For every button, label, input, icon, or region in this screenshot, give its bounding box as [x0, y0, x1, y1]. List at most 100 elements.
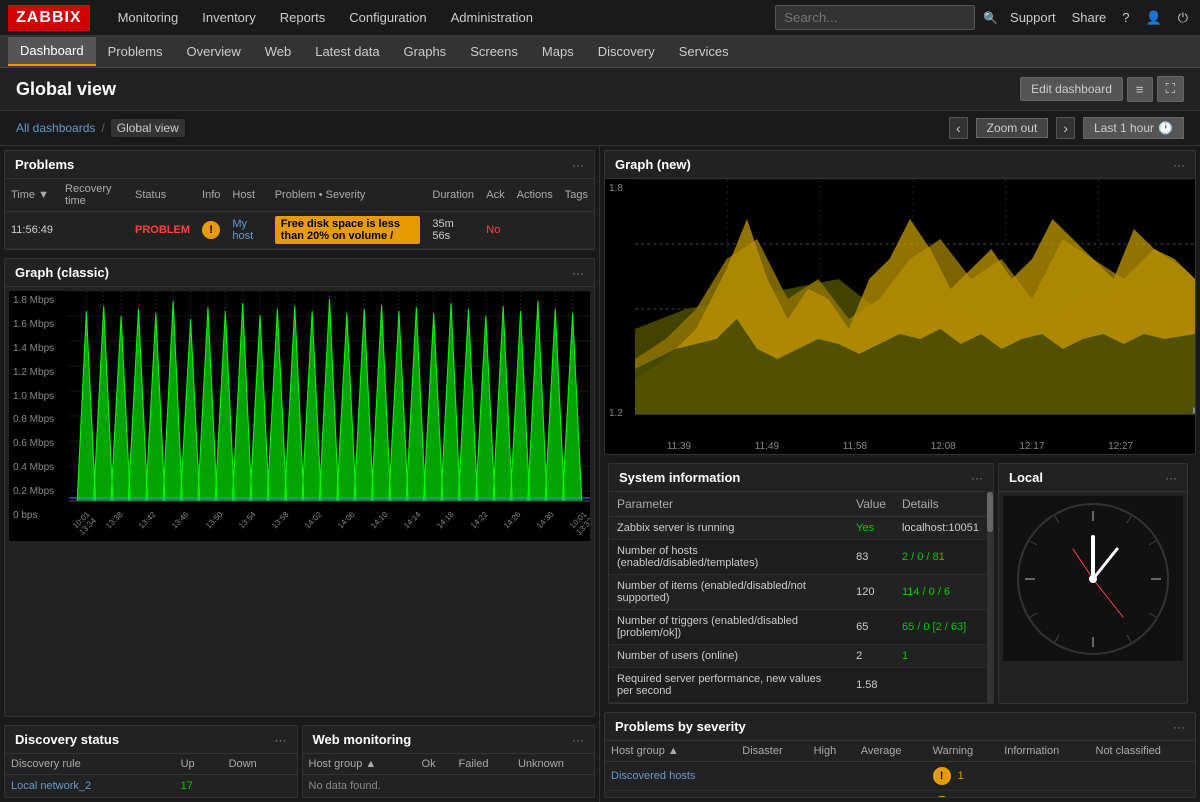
col-parameter: Parameter [609, 492, 848, 517]
sysinfo-details-6 [894, 668, 987, 703]
problems-panel-title: Problems [15, 157, 74, 172]
local-panel-header: Local ··· [999, 464, 1187, 492]
col-warning: Warning [927, 741, 999, 762]
dashboard-fullscreen-icon[interactable]: ⛶ [1157, 76, 1184, 102]
discovery-status-header: Discovery status ··· [5, 726, 297, 754]
sysinfo-scrollbar-thumb[interactable] [987, 492, 993, 532]
problem-actions [511, 212, 559, 249]
col-tags: Tags [559, 179, 594, 212]
graph-classic-area: 1.8 Mbps 1.6 Mbps 1.4 Mbps 1.2 Mbps 1.0 … [9, 291, 590, 541]
problems-panel-menu[interactable]: ··· [572, 158, 584, 172]
severity-warning-1: ! 1 [927, 762, 999, 791]
graph-new-header: Graph (new) ··· [605, 151, 1195, 179]
graph-classic-header: Graph (classic) ··· [5, 259, 594, 287]
graph-new-area: 1.8 1.2 [605, 179, 1195, 454]
discovery-status-menu[interactable]: ··· [275, 733, 287, 747]
web-monitoring-title: Web monitoring [313, 732, 412, 747]
problems-severity-panel: Problems by severity ··· Host group ▲ Di… [604, 712, 1196, 798]
breadcrumb-separator: / [101, 121, 104, 135]
sub-nav-maps[interactable]: Maps [530, 38, 586, 65]
sub-nav-screens[interactable]: Screens [458, 38, 530, 65]
sub-nav-services[interactable]: Services [667, 38, 741, 65]
problems-table: Time ▼ Recovery time Status Info Host Pr… [5, 179, 594, 249]
sub-nav-latest-data[interactable]: Latest data [303, 38, 391, 65]
problem-info: ! [196, 212, 226, 249]
graph-new-menu[interactable]: ··· [1173, 158, 1185, 172]
clock-icon: 🕐 [1158, 121, 1173, 135]
share-link[interactable]: Share [1068, 6, 1111, 29]
col-discovery-up: Up [175, 754, 223, 775]
col-duration: Duration [426, 179, 480, 212]
sysinfo-scrollbar[interactable] [987, 492, 993, 703]
page-header: Global view Edit dashboard ≡ ⛶ [0, 68, 1200, 111]
sysinfo-details-3: 114 / 0 / 6 [894, 575, 987, 610]
col-hostgroup-web[interactable]: Host group ▲ [303, 754, 416, 775]
right-column: Graph (new) ··· 1.8 1.2 [600, 146, 1200, 802]
web-monitoring-menu[interactable]: ··· [572, 733, 584, 747]
logo-brand[interactable]: ZABBIX [8, 5, 90, 31]
zoom-prev-button[interactable]: ‹ [949, 117, 968, 139]
col-disaster: Disaster [736, 741, 807, 762]
user-icon[interactable]: 👤 [1142, 6, 1166, 30]
zoom-out-button[interactable]: Zoom out [976, 118, 1049, 138]
search-icon[interactable]: 🔍 [983, 11, 998, 25]
severity-hostgroup-1[interactable]: Discovered hosts [605, 762, 736, 791]
nav-reports[interactable]: Reports [268, 2, 338, 33]
discovery-rule-name[interactable]: Local network_2 [5, 775, 175, 798]
help-icon[interactable]: ? [1118, 6, 1133, 29]
problem-host[interactable]: My host [226, 212, 268, 249]
col-ack: Ack [480, 179, 510, 212]
col-discovery-down: Down [223, 754, 297, 775]
col-information: Information [998, 741, 1089, 762]
col-hostgroup-sev[interactable]: Host group ▲ [605, 741, 736, 762]
breadcrumb-right: ‹ Zoom out › Last 1 hour 🕐 [949, 117, 1184, 139]
sysinfo-param-1: Zabbix server is running [609, 517, 848, 540]
severity-average-1 [855, 762, 927, 791]
severity-not-classified-1 [1090, 762, 1196, 791]
severity-information-1 [998, 762, 1089, 791]
severity-table: Host group ▲ Disaster High Average Warni… [605, 741, 1195, 798]
last-hour-button[interactable]: Last 1 hour 🕐 [1083, 117, 1184, 139]
system-info-header: System information ··· [609, 464, 993, 492]
col-status: Status [129, 179, 196, 212]
nav-administration[interactable]: Administration [439, 2, 545, 33]
graph-new-svg [635, 179, 1195, 439]
problem-ack[interactable]: No [480, 212, 510, 249]
col-details: Details [894, 492, 987, 517]
breadcrumb-current-page: Global view [111, 119, 185, 137]
problems-severity-menu[interactable]: ··· [1173, 720, 1185, 734]
severity-disaster-1 [736, 762, 807, 791]
severity-warning-count-1: 1 [958, 770, 964, 782]
local-panel-menu[interactable]: ··· [1165, 471, 1177, 485]
col-time[interactable]: Time ▼ [5, 179, 59, 212]
breadcrumb-all-dashboards[interactable]: All dashboards [16, 121, 95, 135]
severity-warn-icon-1: ! [933, 767, 951, 785]
table-row: Discovered hosts ! 1 [605, 762, 1195, 791]
logout-icon[interactable]: ⏻ [1174, 6, 1192, 30]
dashboard-list-icon[interactable]: ≡ [1127, 77, 1153, 102]
support-link[interactable]: Support [1006, 6, 1060, 29]
sysinfo-param-6: Required server performance, new values … [609, 668, 848, 703]
table-row: Required server performance, new values … [609, 668, 987, 703]
graph-classic-menu[interactable]: ··· [572, 266, 584, 280]
nav-monitoring[interactable]: Monitoring [106, 2, 191, 33]
sysinfo-value-2: 83 [848, 540, 894, 575]
sub-nav-graphs[interactable]: Graphs [392, 38, 459, 65]
sub-nav-overview[interactable]: Overview [175, 38, 253, 65]
nav-configuration[interactable]: Configuration [337, 2, 438, 33]
nav-inventory[interactable]: Inventory [190, 2, 267, 33]
problem-tags [559, 212, 594, 249]
col-ok-web: Ok [416, 754, 453, 775]
sub-nav-problems[interactable]: Problems [96, 38, 175, 65]
discovery-status-panel: Discovery status ··· Discovery rule Up D… [4, 725, 298, 798]
search-input[interactable] [775, 5, 975, 30]
top-right-controls: 🔍 Support Share ? 👤 ⏻ [775, 5, 1192, 30]
sub-nav-discovery[interactable]: Discovery [586, 38, 667, 65]
sub-nav-dashboard[interactable]: Dashboard [8, 37, 96, 66]
graph-new-yaxis: 1.8 1.2 [605, 179, 635, 439]
sub-nav-web[interactable]: Web [253, 38, 304, 65]
zoom-next-button[interactable]: › [1056, 117, 1075, 139]
system-info-menu[interactable]: ··· [971, 471, 983, 485]
edit-dashboard-button[interactable]: Edit dashboard [1020, 77, 1123, 101]
local-panel: Local ··· [998, 463, 1188, 704]
